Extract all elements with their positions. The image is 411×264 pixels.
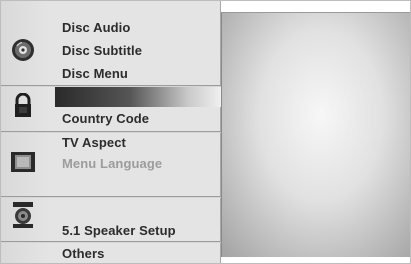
screen-icon	[10, 149, 36, 175]
menu-item-disc-menu[interactable]: Disc Menu	[62, 66, 128, 81]
menu-item-speaker-setup[interactable]: 5.1 Speaker Setup	[62, 223, 176, 238]
menu-divider	[1, 241, 221, 243]
speaker-icon	[10, 202, 36, 228]
setup-menu-screen: Disc Audio Disc Subtitle Disc Menu Count…	[0, 0, 411, 264]
selected-menu-item[interactable]	[55, 87, 221, 107]
disc-icon	[10, 37, 36, 63]
lock-icon	[10, 93, 36, 119]
menu-divider	[1, 196, 221, 198]
menu-item-others[interactable]: Others	[62, 246, 105, 261]
menu-item-disc-audio[interactable]: Disc Audio	[62, 20, 130, 35]
menu-item-tv-aspect[interactable]: TV Aspect	[62, 135, 126, 150]
menu-item-country-code[interactable]: Country Code	[62, 111, 149, 126]
setup-menu-panel: Disc Audio Disc Subtitle Disc Menu Count…	[1, 1, 221, 263]
menu-item-menu-language[interactable]: Menu Language	[62, 156, 162, 171]
preview-top-border	[221, 1, 410, 12]
menu-divider	[1, 131, 221, 133]
preview-panel	[221, 12, 410, 257]
menu-item-disc-subtitle[interactable]: Disc Subtitle	[62, 43, 142, 58]
